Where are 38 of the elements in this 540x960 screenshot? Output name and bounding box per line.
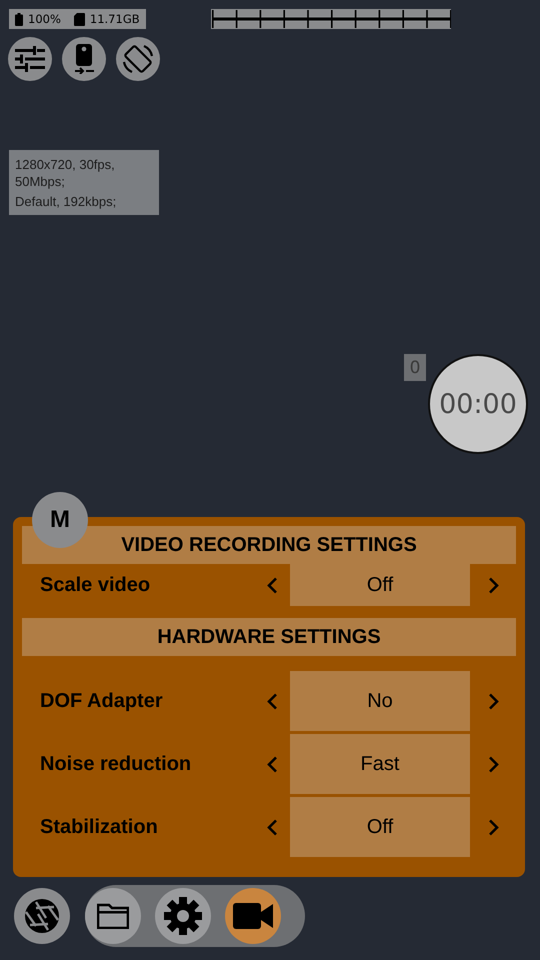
setting-value[interactable]: Off — [290, 564, 470, 606]
chevron-right-icon[interactable] — [488, 818, 498, 836]
setting-value[interactable]: No — [290, 671, 470, 731]
manual-mode-button[interactable]: M — [32, 492, 88, 548]
gear-icon — [163, 896, 203, 936]
setting-value[interactable]: Off — [290, 797, 470, 857]
sd-card-icon — [74, 12, 85, 26]
setting-label: Scale video — [39, 574, 152, 596]
battery-level: 100% — [28, 12, 61, 26]
gallery-button[interactable] — [85, 888, 141, 944]
rotate-icon — [122, 43, 154, 75]
chevron-left-icon[interactable] — [266, 576, 278, 594]
chevron-left-icon[interactable] — [266, 818, 278, 836]
section-header: VIDEO RECORDING SETTINGS — [22, 526, 516, 564]
setting-label: DOF Adapter — [39, 690, 164, 712]
counter: 0 — [404, 354, 426, 381]
phone-swap-icon — [73, 44, 95, 74]
setting-label: Stabilization — [39, 816, 159, 838]
chevron-right-icon[interactable] — [488, 692, 498, 710]
folder-icon — [97, 903, 129, 929]
settings-sliders-button[interactable] — [8, 37, 52, 81]
storage-free: 11.71GB — [90, 12, 140, 26]
chevron-left-icon[interactable] — [266, 756, 278, 772]
rotate-button[interactable] — [116, 37, 160, 81]
section-header: HARDWARE SETTINGS — [22, 618, 516, 656]
setting-label: Noise reduction — [39, 752, 192, 776]
aperture-icon — [24, 898, 60, 934]
setting-value[interactable]: Fast — [290, 734, 470, 794]
info-text: 1280x720, 30fps, 50Mbps; — [15, 156, 116, 190]
info-text: Default, 192kbps; — [15, 193, 118, 210]
switch-camera-button[interactable] — [62, 37, 106, 81]
chevron-right-icon[interactable] — [488, 756, 498, 772]
battery-icon — [15, 12, 23, 26]
sliders-icon — [15, 46, 45, 72]
chevron-left-icon[interactable] — [266, 692, 278, 710]
chevron-right-icon[interactable] — [488, 576, 498, 594]
record-timer: 00:00 — [428, 354, 528, 454]
video-camera-icon — [233, 903, 273, 929]
